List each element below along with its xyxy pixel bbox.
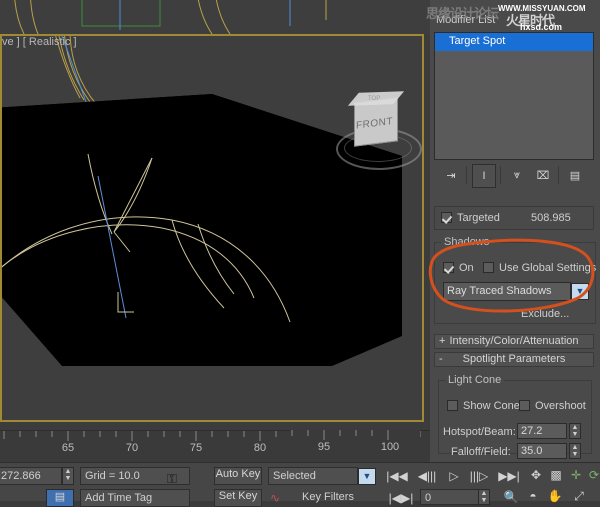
previous-frame-button[interactable]: ◀||| — [414, 469, 440, 483]
selection-mode-select[interactable]: Selected — [268, 467, 358, 485]
frame-spinner[interactable]: ▲ ▼ — [478, 489, 490, 505]
show-end-result-icon[interactable]: I — [472, 164, 496, 188]
timeline-tick-75: 75 — [189, 442, 203, 454]
viewport-top-strip[interactable] — [0, 0, 430, 34]
falloff-field-input[interactable]: 35.0 — [517, 443, 567, 459]
coordinate-input[interactable]: 272.866 — [0, 467, 62, 485]
maximize-viewport-icon[interactable]: ⤢ — [570, 489, 588, 504]
shadows-on-checkbox[interactable] — [443, 262, 454, 273]
shadows-group-label: Shadows — [444, 236, 490, 248]
set-key-button[interactable]: Set Key — [214, 489, 262, 507]
timeline-tick-100: 100 — [380, 441, 400, 453]
key-filters-button[interactable]: Key Filters — [298, 489, 374, 507]
falloff-field-label: Falloff/Field: — [451, 446, 511, 458]
modifier-stack[interactable]: Target Spot — [434, 32, 594, 160]
configure-sets-icon[interactable]: ▤ — [564, 164, 586, 186]
selection-mode-chevron-icon[interactable]: ▼ — [358, 468, 376, 485]
timeline-tick-65: 65 — [61, 442, 75, 454]
zoom-icon[interactable]: 🔍 — [502, 490, 520, 504]
target-distance-value: 508.985 — [531, 212, 571, 224]
auto-key-button[interactable]: Auto Key — [214, 467, 262, 485]
use-global-settings-label: Use Global Settings — [499, 262, 597, 274]
viewport-label[interactable]: ve ] [ Realistic ] — [2, 36, 77, 48]
viewport-area[interactable]: TOP FRONT ve ] [ Realistic ] — [0, 0, 430, 430]
key-mode-icon[interactable]: ⚿ — [167, 471, 177, 487]
timeline-ticks-right — [291, 430, 389, 440]
perspective-viewport[interactable]: TOP FRONT — [0, 34, 424, 422]
rollup-title-2: Spotlight Parameters — [462, 353, 566, 365]
make-unique-icon[interactable]: ⩔ — [506, 164, 528, 186]
viewport-top-wireframe — [0, 0, 430, 34]
rotate-icon[interactable]: ⟳ — [586, 468, 600, 482]
toolbar-divider-2 — [500, 166, 501, 184]
key-step-icon[interactable]: |◀▶| — [388, 491, 414, 505]
overshoot-label: Overshoot — [535, 400, 586, 412]
targeted-label: Targeted — [457, 212, 500, 224]
pin-stack-icon[interactable]: ⇥ — [440, 164, 462, 186]
move-icon[interactable]: ✛ — [568, 468, 584, 482]
goto-end-button[interactable]: ▶▶| — [496, 469, 522, 483]
targeted-checkbox[interactable] — [441, 212, 452, 223]
3dsmax-window: TOP FRONT ve ] [ Realistic ] Modifier Li… — [0, 0, 600, 507]
toolbar-divider-1 — [466, 166, 467, 184]
coordinate-spinner[interactable]: ▲ ▼ — [62, 467, 74, 485]
hotspot-beam-input[interactable]: 27.2 — [517, 423, 567, 439]
viewcube-top-label: TOP — [368, 96, 381, 102]
shadows-on-label: On — [459, 262, 474, 274]
show-cone-label: Show Cone — [463, 400, 520, 412]
viewcube[interactable]: TOP FRONT — [332, 91, 422, 170]
orbit-icon[interactable]: ◓ — [524, 489, 542, 503]
next-frame-button[interactable]: |||▷ — [466, 469, 492, 483]
goto-start-button[interactable]: |◀◀ — [384, 469, 410, 483]
rollup-intensity-color-attenuation[interactable]: + Intensity/Color/Attenuation — [434, 334, 594, 349]
chevron-down-icon[interactable]: ▼ — [571, 283, 589, 300]
falloff-field-spinner[interactable]: ▲ ▼ — [569, 443, 581, 459]
rollup-title-1: Intensity/Color/Attenuation — [449, 335, 579, 347]
timeline-ruler-right[interactable]: 95 100 — [290, 430, 420, 462]
light-cone-group-label: Light Cone — [448, 374, 502, 386]
frame-number-input[interactable]: 0 — [420, 489, 480, 505]
shadow-type-select[interactable]: Ray Traced Shadows — [443, 282, 571, 301]
select-object-icon[interactable]: ✥ — [528, 468, 544, 482]
use-global-settings-checkbox[interactable] — [483, 262, 494, 273]
remove-modifier-icon[interactable]: ⌧ — [532, 164, 554, 186]
timeline-tick-70: 70 — [125, 442, 139, 454]
exclude-button[interactable]: Exclude... — [521, 308, 569, 320]
timeline-tick-80: 80 — [253, 442, 267, 454]
play-button[interactable]: ▷ — [444, 469, 464, 483]
timeline-tick-95: 95 — [317, 441, 331, 453]
stack-item-target-spot[interactable]: Target Spot — [435, 33, 593, 51]
hotspot-beam-spinner[interactable]: ▲ ▼ — [569, 423, 581, 439]
show-cone-checkbox[interactable] — [447, 400, 458, 411]
command-panel: Modifier List Target Spot ⇥ I ⩔ ⌧ ▤ Targ… — [430, 0, 600, 464]
overshoot-checkbox[interactable] — [519, 400, 530, 411]
hotspot-beam-label: Hotspot/Beam: — [443, 426, 516, 438]
time-tag-icon[interactable]: ▤ — [46, 489, 74, 507]
add-time-tag-button[interactable]: Add Time Tag — [80, 489, 190, 507]
status-bar: 272.866 ▲ ▼ Grid = 10.0 Add Time Tag ▤ ⚿ … — [0, 462, 600, 507]
stack-item-label: Target Spot — [449, 35, 506, 47]
general-parameters-group: Targeted 508.985 — [434, 206, 594, 230]
light-cone-group: Light Cone Show Cone Overshoot Hotspot/B… — [438, 374, 592, 459]
toolbar-divider-3 — [558, 166, 559, 184]
select-region-icon[interactable]: ▩ — [548, 468, 564, 482]
modifier-stack-toolbar: ⇥ I ⩔ ⌧ ▤ — [434, 164, 594, 192]
key-curve-icon[interactable]: ∿ — [270, 491, 280, 505]
pan-hand-icon[interactable]: ✋ — [546, 489, 564, 503]
rollup-spotlight-parameters[interactable]: - Spotlight Parameters — [434, 352, 594, 367]
shadows-group: Shadows On Use Global Settings Ray Trace… — [434, 236, 596, 324]
modifier-list-label[interactable]: Modifier List — [436, 14, 495, 26]
